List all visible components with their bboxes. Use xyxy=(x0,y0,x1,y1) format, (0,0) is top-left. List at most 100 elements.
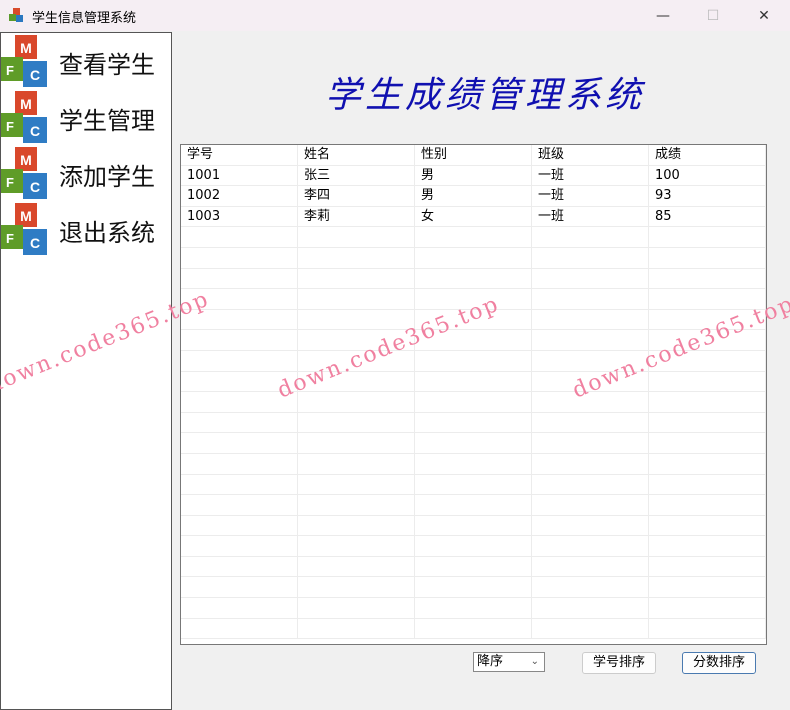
svg-text:C: C xyxy=(30,235,40,251)
table-cell: 93 xyxy=(649,186,766,206)
table-cell xyxy=(649,371,766,392)
table-cell xyxy=(649,515,766,536)
sidebar-item-0[interactable]: M F C 查看学生 xyxy=(1,33,171,89)
table-cell xyxy=(181,268,298,289)
empty-row[interactable] xyxy=(181,227,766,248)
empty-row[interactable] xyxy=(181,309,766,331)
table-cell xyxy=(181,556,298,577)
table-cell xyxy=(649,556,766,577)
table-cell: 男 xyxy=(415,186,532,206)
empty-row[interactable] xyxy=(181,556,766,578)
table-cell xyxy=(649,618,766,639)
table-cell xyxy=(181,536,298,556)
table-row[interactable]: 1003 李莉女一班 85 xyxy=(181,206,766,228)
sidebar-item-label: 添加学生 xyxy=(59,163,155,191)
empty-row[interactable] xyxy=(181,536,766,557)
table-row[interactable]: 1002 李四男一班 93 xyxy=(181,186,766,207)
table-cell: 张三 xyxy=(298,165,415,186)
table-cell xyxy=(649,536,766,556)
empty-row[interactable] xyxy=(181,392,766,413)
empty-row[interactable] xyxy=(181,577,766,599)
svg-text:M: M xyxy=(20,152,32,168)
table-cell: 1002 xyxy=(181,186,298,206)
empty-row[interactable] xyxy=(181,515,766,537)
maximize-button[interactable]: ☐ xyxy=(690,0,736,31)
empty-row[interactable] xyxy=(181,433,766,454)
table-cell xyxy=(415,371,532,392)
table-cell xyxy=(181,433,298,453)
chevron-down-icon: ⌄ xyxy=(530,656,539,667)
table-cell xyxy=(649,453,766,474)
table-cell xyxy=(181,453,298,474)
table-cell xyxy=(649,577,766,598)
table-cell xyxy=(181,598,298,618)
sort-by-score-button[interactable]: 分数排序 xyxy=(682,652,756,674)
sidebar-item-1[interactable]: M F C 学生管理 xyxy=(1,89,171,145)
empty-row[interactable] xyxy=(181,350,766,372)
svg-text:M: M xyxy=(20,208,32,224)
empty-row[interactable] xyxy=(181,371,766,393)
table-cell xyxy=(649,268,766,289)
table-cell xyxy=(532,309,649,330)
table-cell xyxy=(298,392,415,412)
title-bar: 学生信息管理系统 — ☐ ✕ xyxy=(0,0,790,31)
table-cell xyxy=(532,536,649,556)
table-cell xyxy=(532,474,649,495)
table-cell xyxy=(415,350,532,371)
table-cell xyxy=(298,433,415,453)
sidebar-item-3[interactable]: M F C 退出系统 xyxy=(1,201,171,257)
empty-row[interactable] xyxy=(181,598,766,619)
svg-text:F: F xyxy=(6,63,14,78)
table-cell: 学号 xyxy=(181,145,298,165)
table-cell xyxy=(298,556,415,577)
empty-row[interactable] xyxy=(181,453,766,475)
sort-by-id-button[interactable]: 学号排序 xyxy=(582,652,656,674)
student-table[interactable]: 学号 姓名 性别 班级 成绩 1001 张三男一班 100 1002 李四男一班 93 1003 李莉女… xyxy=(180,144,767,645)
table-row[interactable]: 1001 张三男一班 100 xyxy=(181,165,766,187)
empty-row[interactable] xyxy=(181,289,766,310)
table-cell xyxy=(181,412,298,433)
table-cell xyxy=(415,309,532,330)
table-cell xyxy=(649,495,766,515)
table-cell xyxy=(532,392,649,412)
empty-row[interactable] xyxy=(181,330,766,351)
table-cell xyxy=(181,350,298,371)
table-cell xyxy=(532,412,649,433)
table-cell xyxy=(415,433,532,453)
empty-row[interactable] xyxy=(181,247,766,269)
empty-row[interactable] xyxy=(181,495,766,516)
empty-row[interactable] xyxy=(181,474,766,496)
empty-row[interactable] xyxy=(181,618,766,640)
page-title: 学生成绩管理系统 xyxy=(324,75,645,116)
svg-text:F: F xyxy=(6,119,14,134)
svg-text:C: C xyxy=(30,67,40,83)
table-cell xyxy=(532,330,649,350)
svg-text:F: F xyxy=(6,175,14,190)
table-cell xyxy=(181,371,298,392)
svg-text:F: F xyxy=(6,231,14,246)
minimize-button[interactable]: — xyxy=(640,0,686,31)
table-cell: 一班 xyxy=(532,165,649,186)
sidebar-item-label: 学生管理 xyxy=(59,107,155,135)
table-cell xyxy=(649,598,766,618)
empty-row[interactable] xyxy=(181,412,766,434)
sort-order-select[interactable]: 降序 ⌄ xyxy=(473,652,545,672)
table-cell xyxy=(532,556,649,577)
table-cell xyxy=(181,515,298,536)
close-button[interactable]: ✕ xyxy=(741,0,787,31)
sidebar-item-2[interactable]: M F C 添加学生 xyxy=(1,145,171,201)
table-cell xyxy=(532,453,649,474)
table-cell: 1001 xyxy=(181,165,298,186)
table-header-row[interactable]: 学号 姓名 性别 班级 成绩 xyxy=(181,145,766,166)
mfc-cubes-icon: MF C xyxy=(1,147,47,199)
table-cell xyxy=(532,350,649,371)
empty-row[interactable] xyxy=(181,268,766,290)
table-cell xyxy=(298,618,415,639)
table-cell xyxy=(649,433,766,453)
svg-text:C: C xyxy=(30,123,40,139)
svg-text:M: M xyxy=(20,96,32,112)
svg-text:M: M xyxy=(20,40,32,56)
sidebar-item-label: 查看学生 xyxy=(59,51,155,79)
table-cell xyxy=(298,330,415,350)
table-cell xyxy=(415,227,532,247)
